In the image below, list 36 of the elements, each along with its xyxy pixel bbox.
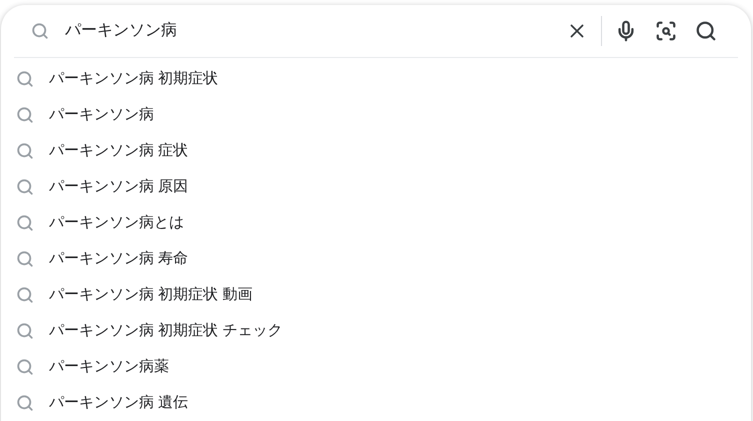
search-icon <box>16 178 34 196</box>
suggestion-item[interactable]: パーキンソン病 初期症状 チェック <box>1 313 751 349</box>
suggestion-item[interactable]: パーキンソン病 寿命 <box>1 241 751 277</box>
search-icon <box>16 322 34 340</box>
search-icon <box>31 22 49 40</box>
suggestion-text: パーキンソン病 原因 <box>49 176 188 197</box>
search-icon <box>16 394 34 412</box>
search-icon <box>16 286 34 304</box>
suggestion-item[interactable]: パーキンソン病 遺伝 <box>1 385 751 421</box>
search-icon <box>16 214 34 232</box>
suggestion-text: パーキンソン病薬 <box>49 356 169 377</box>
suggestion-text: パーキンソン病 初期症状 チェック <box>49 320 282 341</box>
suggestion-item[interactable]: パーキンソン病 原因 <box>1 169 751 205</box>
search-icon <box>695 20 717 42</box>
search-icon <box>16 142 34 160</box>
search-icon <box>16 106 34 124</box>
search-icon <box>16 70 34 88</box>
search-icon <box>16 358 34 376</box>
suggestion-text: パーキンソン病 初期症状 <box>49 68 218 89</box>
suggestion-text: パーキンソン病 症状 <box>49 140 188 161</box>
suggestion-text: パーキンソン病 初期症状 動画 <box>49 284 252 305</box>
suggestion-item[interactable]: パーキンソン病とは <box>1 205 751 241</box>
camera-icon <box>655 20 677 42</box>
image-search-button[interactable] <box>654 19 678 43</box>
search-icon <box>16 250 34 268</box>
suggestion-text: パーキンソン病 寿命 <box>49 248 188 269</box>
suggestion-item[interactable]: パーキンソン病薬 <box>1 349 751 385</box>
suggestion-item[interactable]: パーキンソン病 初期症状 動画 <box>1 277 751 313</box>
suggestion-text: パーキンソン病 遺伝 <box>49 392 188 413</box>
suggestion-text: パーキンソン病とは <box>49 212 184 233</box>
search-button[interactable] <box>694 19 718 43</box>
suggestion-item[interactable]: パーキンソン病 初期症状 <box>1 61 751 97</box>
suggestion-item[interactable]: パーキンソン病 症状 <box>1 133 751 169</box>
search-field[interactable]: パーキンソン病 <box>65 19 565 43</box>
suggestion-text: パーキンソン病 <box>49 104 154 125</box>
suggestion-item[interactable]: パーキンソン病 <box>1 97 751 133</box>
